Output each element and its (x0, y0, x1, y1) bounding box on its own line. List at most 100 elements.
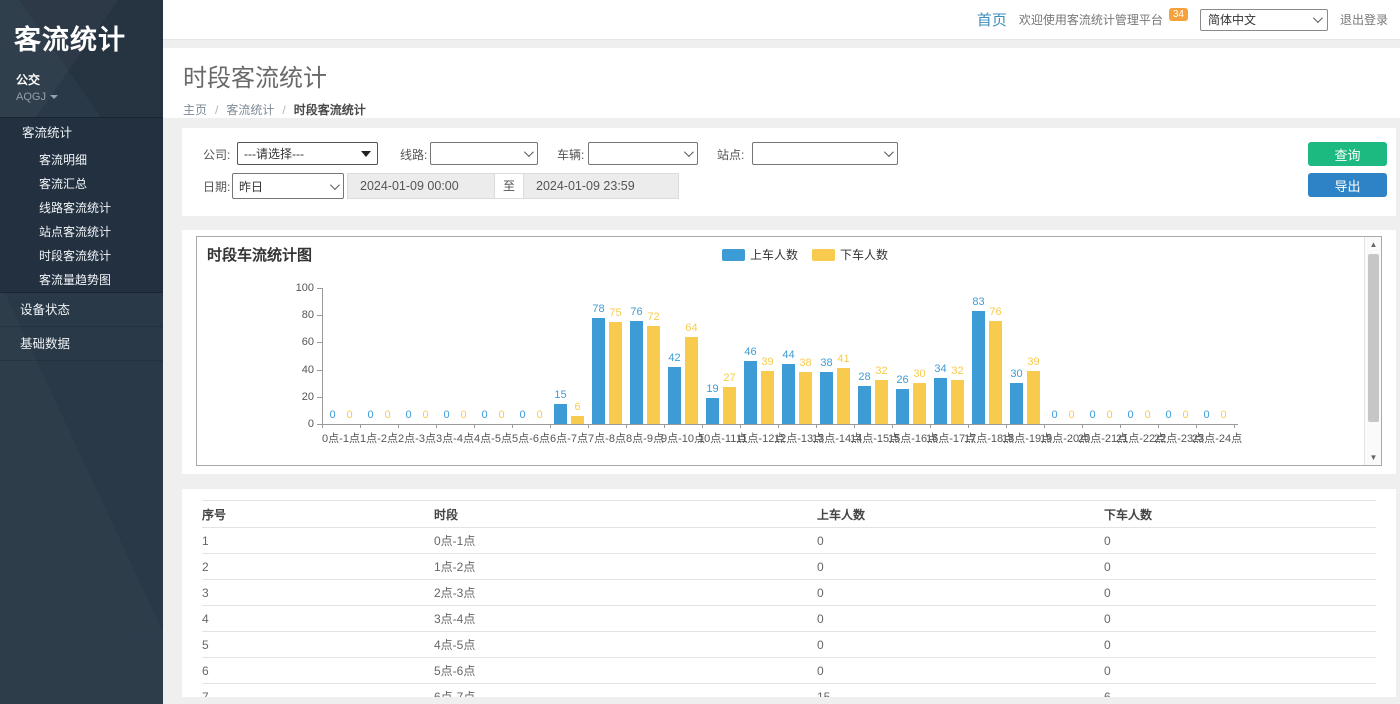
language-value: 简体中文 (1208, 11, 1256, 28)
company-value: ---请选择--- (244, 145, 304, 162)
sidebar: 客流统计 公交 AQGJ 客流统计客流明细客流汇总线路客流统计站点客流统计时段客… (0, 0, 163, 704)
logout-link[interactable]: 退出登录 (1340, 11, 1388, 28)
x-axis-tick-mark (664, 424, 665, 428)
legend-swatch (722, 249, 745, 261)
chevron-down-icon (1313, 13, 1323, 23)
vehicle-select[interactable] (588, 142, 698, 165)
breadcrumb: 主页 / 客流统计 / 时段客流统计 (183, 101, 1400, 118)
breadcrumb-separator: / (282, 103, 285, 117)
bar-boarding (668, 367, 681, 424)
bar-value-label: 0 (527, 409, 553, 421)
scrollbar-thumb[interactable] (1368, 254, 1379, 422)
breadcrumb-home[interactable]: 主页 (183, 101, 207, 118)
chart-panel: 时段车流统计图 上车人数下车人数 020406080100000点-1点001点… (182, 230, 1396, 474)
x-axis-tick-mark (1006, 424, 1007, 428)
bar-boarding (744, 361, 757, 424)
bar-alighting (571, 416, 584, 424)
sidebar-subitem[interactable]: 客流汇总 (0, 172, 163, 196)
export-button[interactable]: 导出 (1308, 173, 1387, 197)
table-cell: 3 (202, 580, 434, 606)
sidebar-subitem[interactable]: 客流明细 (0, 148, 163, 172)
x-axis-tick-mark (854, 424, 855, 428)
language-select[interactable]: 简体中文 (1200, 9, 1328, 31)
band-gap (163, 40, 1400, 48)
table-header-row: 序号 时段 上车人数 下车人数 (202, 501, 1376, 528)
table-cell: 4 (202, 606, 434, 632)
y-axis-line (322, 288, 323, 424)
x-axis-tick-mark (1158, 424, 1159, 428)
bar-value-label: 15 (548, 389, 574, 401)
line-select[interactable] (430, 142, 538, 165)
y-axis-tick-label: 80 (284, 309, 314, 321)
stats-table: 序号 时段 上车人数 下车人数 10点-1点0021点-2点0032点-3点00… (202, 500, 1376, 697)
breadcrumb-current: 时段客流统计 (294, 101, 366, 118)
sidebar-subitem[interactable]: 客流量趋势图 (0, 268, 163, 292)
bar-value-label: 27 (717, 372, 743, 384)
chevron-down-icon (884, 147, 894, 157)
scroll-down-arrow-icon[interactable]: ▼ (1365, 450, 1382, 465)
org-selector[interactable]: AQGJ (0, 88, 163, 103)
bar-boarding (592, 318, 605, 424)
y-axis-tick-label: 20 (284, 391, 314, 403)
sidebar-item[interactable]: 设备状态 (0, 293, 163, 327)
legend-item[interactable]: 上车人数 (722, 246, 798, 263)
station-select[interactable] (752, 142, 898, 165)
legend-item[interactable]: 下车人数 (812, 246, 888, 263)
caret-down-icon (50, 95, 58, 99)
date-to-input[interactable]: 2024-01-09 23:59 (523, 173, 679, 199)
chart-vertical-scrollbar[interactable]: ▲ ▼ (1364, 237, 1381, 465)
table-row: 76点-7点156 (202, 684, 1376, 698)
sidebar-menu-group: 客流统计客流明细客流汇总线路客流统计站点客流统计时段客流统计客流量趋势图 (0, 117, 163, 293)
table-cell: 0 (817, 658, 1104, 684)
sidebar-subitem[interactable]: 站点客流统计 (0, 220, 163, 244)
main-area: 首页 欢迎使用客流统计管理平台34 简体中文 退出登录 时段客流统计 主页 / … (163, 0, 1400, 704)
bar-alighting (951, 380, 964, 424)
bar-alighting (761, 371, 774, 424)
sidebar-item[interactable]: 基础数据 (0, 327, 163, 361)
station-label: 站点: (717, 142, 744, 168)
table-cell: 0 (1104, 528, 1376, 554)
x-axis-tick-mark (1044, 424, 1045, 428)
bar-boarding (896, 389, 909, 424)
content: 公司: ---请选择--- 线路: 车辆: 站点: (163, 128, 1400, 704)
col-header-alighting: 下车人数 (1104, 501, 1376, 528)
date-from-input[interactable]: 2024-01-09 00:00 (347, 173, 495, 199)
table-cell: 5 (202, 632, 434, 658)
bar-value-label: 30 (1004, 368, 1030, 380)
chevron-down-icon (524, 147, 534, 157)
chevron-down-icon (330, 180, 340, 190)
x-axis-tick-mark (702, 424, 703, 428)
table-cell: 0 (1104, 658, 1376, 684)
x-axis-tick-mark (1196, 424, 1197, 428)
bar-value-label: 32 (945, 365, 971, 377)
scroll-up-arrow-icon[interactable]: ▲ (1365, 237, 1382, 252)
x-axis-tick-mark (1120, 424, 1121, 428)
breadcrumb-parent[interactable]: 客流统计 (226, 101, 274, 118)
date-label: 日期: (203, 174, 230, 200)
table-row: 10点-1点00 (202, 528, 1376, 554)
y-axis-tick-mark (317, 288, 322, 289)
table-cell: 4点-5点 (434, 632, 817, 658)
legend-label: 上车人数 (750, 246, 798, 263)
sidebar-parent-item[interactable]: 客流统计 (0, 118, 163, 148)
table-cell: 3点-4点 (434, 606, 817, 632)
notification-badge[interactable]: 34 (1169, 8, 1188, 21)
x-axis-tick-mark (550, 424, 551, 428)
sidebar-subitem[interactable]: 线路客流统计 (0, 196, 163, 220)
table-cell: 1 (202, 528, 434, 554)
table-cell: 6 (1104, 684, 1376, 698)
sidebar-subitem[interactable]: 时段客流统计 (0, 244, 163, 268)
bar-alighting (799, 372, 812, 424)
query-button[interactable]: 查询 (1308, 142, 1387, 166)
title-band: 时段客流统计 主页 / 客流统计 / 时段客流统计 (163, 48, 1400, 118)
bar-boarding (706, 398, 719, 424)
home-link[interactable]: 首页 (977, 9, 1007, 30)
x-axis-label: 23点-24点 (1192, 430, 1238, 446)
x-axis-tick-mark (816, 424, 817, 428)
date-preset-select[interactable]: 昨日 (232, 173, 344, 199)
bar-alighting (875, 380, 888, 424)
table-row: 65点-6点00 (202, 658, 1376, 684)
bar-boarding (1010, 383, 1023, 424)
bar-alighting (723, 387, 736, 424)
company-select[interactable]: ---请选择--- (237, 142, 378, 165)
